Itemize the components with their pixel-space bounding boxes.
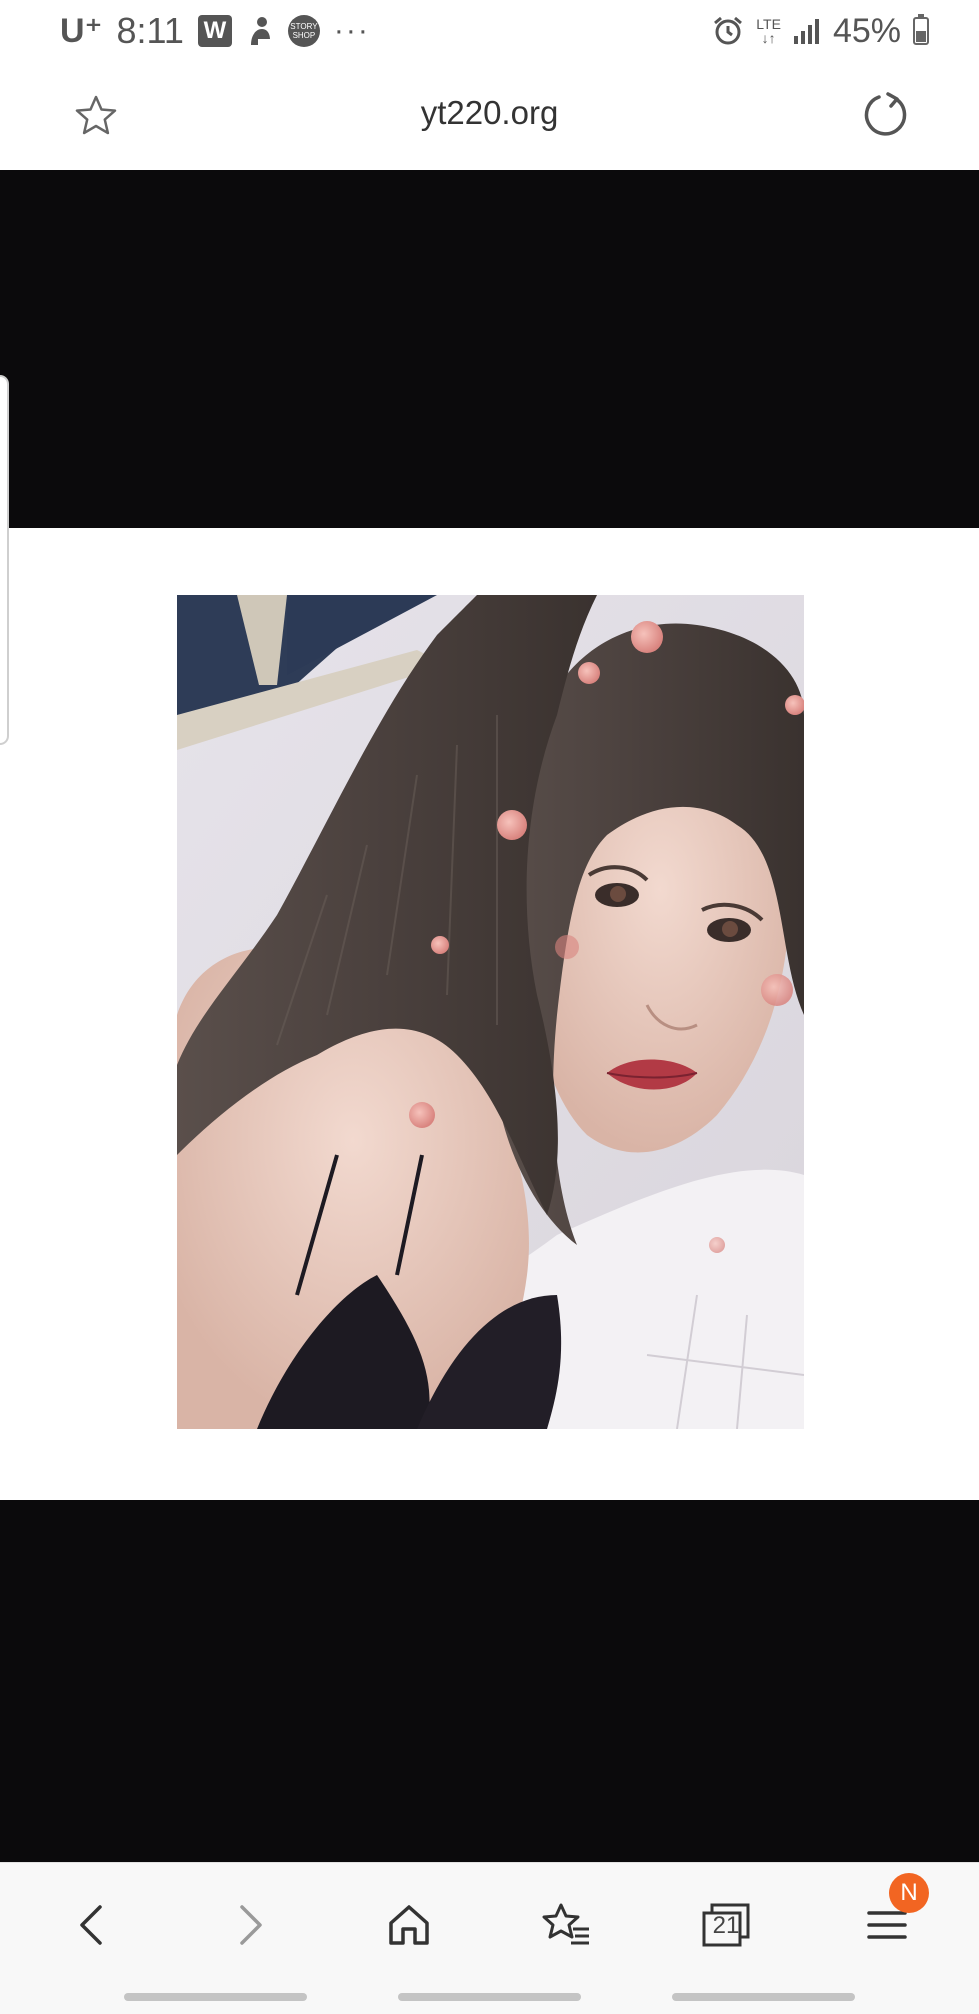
lte-icon: LTE ↓↑ [756, 16, 781, 46]
black-banner-bottom [0, 1500, 979, 1862]
status-bar: U⁺ 8:11 W STORY SHOP ··· LTE ↓↑ 45% [0, 0, 979, 62]
web-content [0, 170, 979, 1862]
browser-toolbar: 21 N [0, 1862, 979, 2014]
home-icon[interactable] [377, 1893, 441, 1957]
browser-address-bar: yt220.org [0, 62, 979, 170]
tabs-icon[interactable]: 21 [694, 1893, 758, 1957]
status-left: U⁺ 8:11 W STORY SHOP ··· [60, 10, 370, 52]
edge-panel-handle[interactable] [0, 375, 9, 745]
tabs-count: 21 [712, 1912, 740, 1939]
photo-illustration [177, 595, 804, 1429]
carrier-label: U⁺ [60, 12, 103, 50]
app-w-icon: W [197, 15, 232, 47]
bookmarks-icon[interactable] [535, 1893, 599, 1957]
menu-notification-badge: N [889, 1873, 929, 1913]
clock: 8:11 [116, 10, 184, 51]
story-shop-icon: STORY SHOP [287, 15, 320, 47]
alarm-icon [712, 15, 744, 47]
url-field[interactable]: yt220.org [0, 94, 979, 132]
reload-icon[interactable] [861, 90, 911, 140]
gesture-bar-right [672, 1993, 855, 2001]
battery-percent: 45% [832, 11, 901, 50]
gesture-bar-center [398, 1993, 581, 2001]
battery-icon [913, 14, 929, 45]
person-icon [246, 15, 274, 47]
back-icon[interactable] [60, 1893, 124, 1957]
more-notifications-icon: ··· [333, 14, 370, 47]
signal-icon [793, 18, 821, 44]
forward-icon[interactable] [218, 1893, 282, 1957]
battery-fill [916, 31, 926, 42]
black-banner-top [0, 170, 979, 528]
gesture-bar-left [124, 1993, 307, 2001]
menu-icon[interactable]: N [855, 1873, 929, 1957]
status-right: LTE ↓↑ 45% [712, 10, 929, 52]
main-photo[interactable] [177, 595, 804, 1429]
